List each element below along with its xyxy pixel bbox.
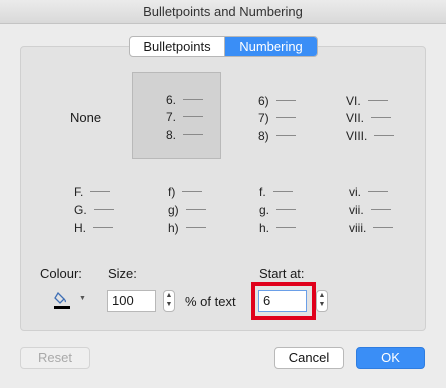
size-input[interactable]: 100: [107, 290, 156, 312]
option-line: [185, 209, 206, 210]
option-line: [275, 135, 296, 136]
option-line: [90, 191, 111, 192]
option-item: f.: [259, 184, 266, 199]
reset-button[interactable]: Reset: [20, 347, 90, 369]
numbering-option-lower-alpha-paren[interactable]: g): [168, 201, 206, 218]
option-line: [185, 227, 206, 228]
option-line: [93, 227, 113, 228]
tab-bulletpoints[interactable]: Bulletpoints: [130, 37, 225, 56]
chevron-down-icon[interactable]: ▼: [79, 295, 86, 302]
option-line: [275, 100, 296, 101]
option-line: [183, 134, 203, 135]
option-item: VII.: [346, 110, 365, 125]
option-item: g.: [259, 202, 270, 217]
numbering-option-lower-alpha-dot[interactable]: g.: [259, 201, 297, 218]
numbering-option-upper-alpha-dot[interactable]: H.: [74, 219, 113, 236]
option-item: 6): [258, 93, 269, 108]
option-item: 8.: [165, 127, 176, 142]
option-line: [373, 227, 394, 228]
option-line: [367, 100, 388, 101]
option-item: f): [168, 184, 176, 199]
numbering-option-none[interactable]: None: [70, 110, 101, 125]
numbering-option-lower-roman[interactable]: vi.: [349, 183, 388, 200]
option-item: VI.: [346, 93, 361, 108]
start-at-stepper[interactable]: ▲ ▼: [316, 290, 328, 312]
option-item: vii.: [349, 202, 364, 217]
size-stepper[interactable]: ▲ ▼: [163, 290, 175, 312]
option-line: [370, 209, 391, 210]
option-line: [183, 99, 203, 100]
start-at-label: Start at:: [259, 266, 305, 281]
option-item: F.: [74, 184, 84, 199]
numbering-option-arabic-paren[interactable]: 7): [258, 109, 296, 126]
option-item: g): [168, 202, 179, 217]
size-label: Size:: [108, 266, 137, 281]
option-item: 7.: [165, 109, 176, 124]
option-line: [374, 135, 395, 136]
numbering-option-arabic-paren[interactable]: 8): [258, 127, 296, 144]
numbering-option-lower-alpha-paren[interactable]: f): [168, 183, 203, 200]
option-line: [183, 116, 203, 117]
numbering-option-upper-roman[interactable]: VIII.: [346, 127, 395, 144]
numbering-option-arabic-dot[interactable]: 8.: [162, 126, 203, 143]
option-line: [182, 191, 203, 192]
option-line: [276, 209, 297, 210]
numbering-option-arabic-dot[interactable]: 6.: [162, 91, 203, 108]
option-line: [368, 191, 388, 192]
tab-numbering[interactable]: Numbering: [225, 37, 317, 56]
option-item: 7): [258, 110, 269, 125]
option-line: [275, 117, 296, 118]
numbering-option-upper-roman[interactable]: VI.: [346, 92, 388, 109]
option-item: G.: [74, 202, 87, 217]
option-line: [276, 227, 297, 228]
option-item: vi.: [349, 184, 361, 199]
numbering-option-lower-alpha-paren[interactable]: h): [168, 219, 206, 236]
numbering-option-lower-roman[interactable]: vii.: [349, 201, 391, 218]
numbering-option-upper-alpha-dot[interactable]: F.: [74, 183, 111, 200]
option-line: [371, 117, 392, 118]
colour-label: Colour:: [40, 266, 82, 281]
ok-button[interactable]: OK: [356, 347, 425, 369]
numbering-option-lower-roman[interactable]: viii.: [349, 219, 394, 236]
numbering-option-arabic-dot[interactable]: 7.: [162, 108, 203, 125]
highlight-box: [251, 282, 316, 320]
window-title: Bulletpoints and Numbering: [0, 0, 446, 24]
size-suffix: % of text: [185, 294, 236, 309]
option-item: VIII.: [346, 128, 368, 143]
paint-bucket-icon[interactable]: [54, 290, 70, 313]
option-item: 8): [258, 128, 269, 143]
option-item: h.: [259, 220, 270, 235]
option-line: [272, 191, 293, 192]
numbering-option-upper-roman[interactable]: VII.: [346, 109, 392, 126]
numbering-option-arabic-paren[interactable]: 6): [258, 92, 296, 109]
numbering-option-lower-alpha-dot[interactable]: h.: [259, 219, 297, 236]
tab-bar: Bulletpoints Numbering: [129, 36, 318, 57]
numbering-option-lower-alpha-dot[interactable]: f.: [259, 183, 293, 200]
option-item: h): [168, 220, 179, 235]
cancel-button[interactable]: Cancel: [274, 347, 344, 369]
numbering-option-upper-alpha-dot[interactable]: G.: [74, 201, 114, 218]
option-item: viii.: [349, 220, 367, 235]
option-line: [93, 209, 114, 210]
option-item: H.: [74, 220, 86, 235]
option-item: 6.: [165, 92, 176, 107]
